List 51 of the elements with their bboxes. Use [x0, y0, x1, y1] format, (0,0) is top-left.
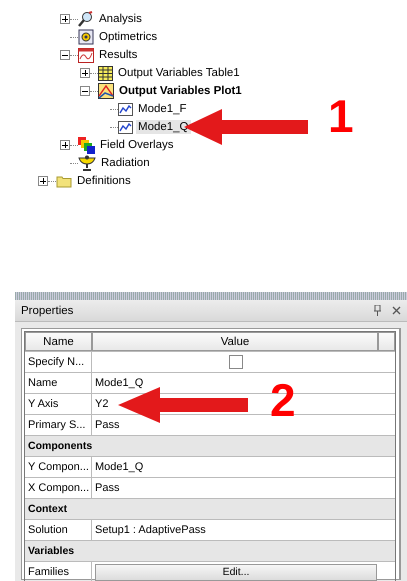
tree-item[interactable]: Output Variables Table1: [116, 66, 242, 80]
plot-icon: [98, 83, 114, 99]
expander-icon[interactable]: [60, 140, 70, 150]
callout-number: 2: [270, 377, 296, 423]
tree-item[interactable]: Field Overlays: [98, 138, 176, 152]
property-value[interactable]: Setup1 : AdaptivePass: [95, 524, 206, 536]
property-name: Specify N...: [25, 352, 92, 372]
property-value[interactable]: Pass: [95, 419, 120, 431]
section-header: Variables: [25, 540, 395, 561]
chart-window-icon: [78, 48, 94, 62]
property-name: Y Axis: [25, 394, 92, 414]
property-value[interactable]: Mode1_Q: [95, 377, 144, 389]
tree-item[interactable]: Optimetrics: [97, 30, 160, 44]
trace-icon: [118, 120, 133, 134]
tree-item[interactable]: Results: [97, 48, 140, 62]
property-name: Y Compon...: [25, 457, 92, 477]
edit-button[interactable]: Edit...: [95, 564, 377, 580]
tree-item[interactable]: Analysis: [97, 12, 144, 26]
property-value[interactable]: Y2: [95, 398, 108, 410]
header-corner: [378, 332, 395, 351]
expander-icon[interactable]: [38, 176, 48, 186]
section-header: Context: [25, 498, 395, 519]
pin-icon[interactable]: [373, 305, 382, 316]
panel-title: Properties: [21, 304, 74, 316]
column-header[interactable]: Value: [92, 332, 378, 351]
column-header[interactable]: Name: [25, 332, 92, 351]
expander-icon[interactable]: [80, 68, 90, 78]
table-icon: [98, 66, 113, 80]
panel-grip[interactable]: [15, 292, 407, 300]
property-value[interactable]: Pass: [95, 482, 120, 494]
trace-icon: [118, 102, 133, 116]
property-name: Families: [25, 562, 92, 581]
tree-item[interactable]: Radiation: [99, 156, 152, 170]
expander-icon[interactable]: [60, 14, 70, 24]
folder-icon: [56, 174, 72, 188]
dish-icon: [78, 155, 96, 171]
section-header: Components: [25, 435, 395, 456]
close-icon[interactable]: [392, 306, 401, 315]
checkbox[interactable]: [229, 355, 243, 369]
magnifier-icon: [78, 11, 94, 27]
tree-item[interactable]: Output Variables Plot1: [117, 84, 244, 98]
property-name: Name: [25, 373, 92, 393]
gear-icon: [78, 29, 94, 45]
tree-item[interactable]: Mode1_Q: [136, 120, 191, 134]
property-value[interactable]: Mode1_Q: [95, 461, 144, 473]
tree-item[interactable]: Mode1_F: [136, 102, 189, 116]
expander-icon[interactable]: [60, 50, 70, 60]
callout-number: 1: [328, 93, 354, 139]
tree-item[interactable]: Definitions: [75, 174, 133, 188]
stacked-squares-icon: [78, 136, 95, 154]
expander-icon[interactable]: [80, 86, 90, 96]
